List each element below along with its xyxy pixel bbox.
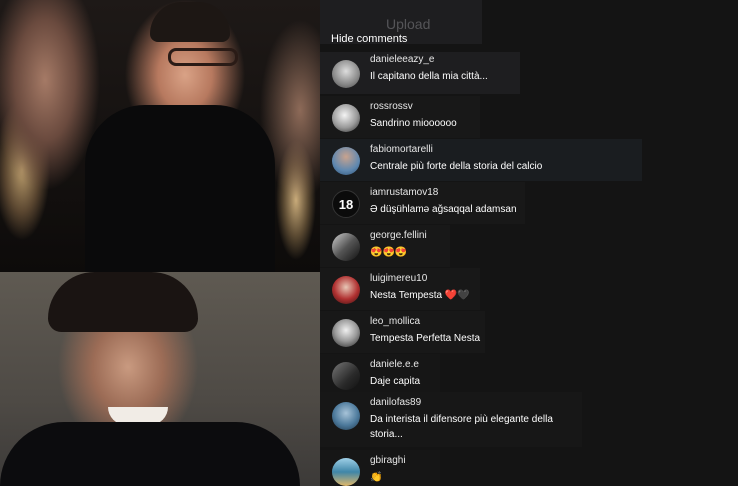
guest-shirt xyxy=(0,422,300,486)
comment-item: danieleeazy_e Il capitano della mia citt… xyxy=(320,52,520,94)
comment-username[interactable]: george.fellini xyxy=(370,230,427,241)
avatar[interactable] xyxy=(332,458,360,486)
comment-text: Sandrino mioooooo xyxy=(370,118,457,129)
avatar[interactable] xyxy=(332,362,360,390)
comment-item: danilofas89 Da interista il difensore pi… xyxy=(320,392,582,447)
comment-username[interactable]: luigimereu10 xyxy=(370,273,427,284)
video-feed-host xyxy=(0,0,320,272)
comment-text: 😍😍😍 xyxy=(370,247,408,258)
comment-username[interactable]: danieleeazy_e xyxy=(370,54,435,65)
comment-item: gbiraghi 👏 xyxy=(320,450,440,486)
avatar[interactable]: 18 xyxy=(332,190,360,218)
comment-item: luigimereu10 Nesta Tempesta ❤️🖤 xyxy=(320,268,480,310)
host-shirt xyxy=(85,105,275,272)
comment-item: daniele.e.e Daje capita xyxy=(320,354,440,396)
comment-username[interactable]: daniele.e.e xyxy=(370,359,419,370)
host-glasses xyxy=(168,48,238,66)
comment-item: fabiomortarelli Centrale più forte della… xyxy=(320,139,642,181)
comment-item: rossrossv Sandrino mioooooo xyxy=(320,96,480,138)
comment-item: leo_mollica Tempesta Perfetta Nesta xyxy=(320,311,485,353)
comment-text: Nesta Tempesta ❤️🖤 xyxy=(370,288,470,303)
comment-username[interactable]: leo_mollica xyxy=(370,316,420,327)
avatar[interactable] xyxy=(332,60,360,88)
comment-username[interactable]: gbiraghi xyxy=(370,455,406,466)
comment-text: 👏 xyxy=(370,472,383,483)
comment-text: Centrale più forte della storia del calc… xyxy=(370,161,543,172)
comment-username[interactable]: iamrustamov18 xyxy=(370,187,438,198)
avatar[interactable] xyxy=(332,319,360,347)
host-hair xyxy=(150,2,230,42)
comment-item: 18 iamrustamov18 Ə düşühlamə ağsaqqal ad… xyxy=(320,182,525,224)
avatar[interactable] xyxy=(332,233,360,261)
comment-text: Daje capita xyxy=(370,376,421,387)
comment-text: Tempesta Perfetta Nesta xyxy=(370,333,481,344)
comment-username[interactable]: danilofas89 xyxy=(370,397,421,408)
avatar[interactable] xyxy=(332,147,360,175)
avatar[interactable] xyxy=(332,104,360,132)
comment-text: Da interista il difensore più elegante d… xyxy=(370,414,553,440)
comment-username[interactable]: rossrossv xyxy=(370,101,413,112)
comment-text: Il capitano della mia città... xyxy=(370,71,488,82)
upload-button[interactable]: Upload xyxy=(386,16,430,32)
video-feed-guest xyxy=(0,272,320,486)
comment-username[interactable]: fabiomortarelli xyxy=(370,144,433,155)
comment-item: george.fellini 😍😍😍 xyxy=(320,225,450,267)
avatar[interactable] xyxy=(332,276,360,304)
heart-icon: ❤️🖤 xyxy=(444,290,470,301)
comment-text: Ə düşühlamə ağsaqqal adamsan xyxy=(370,204,517,215)
comment-text-main: Nesta Tempesta xyxy=(370,290,443,301)
hide-comments-button[interactable]: Hide comments xyxy=(331,33,407,45)
avatar[interactable] xyxy=(332,402,360,430)
guest-hair xyxy=(48,272,198,332)
